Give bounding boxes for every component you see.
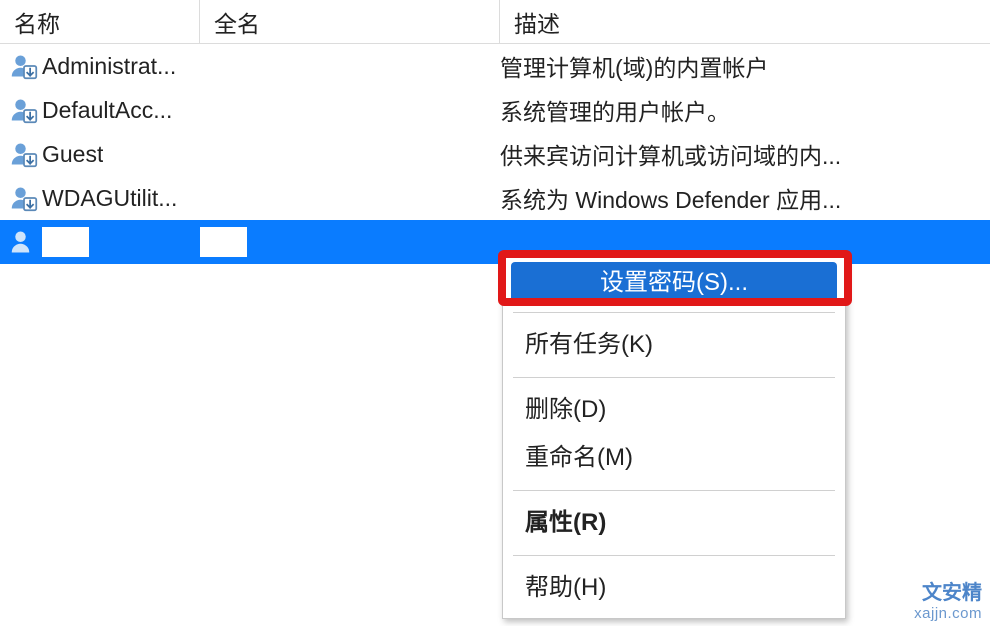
user-description: 系统管理的用户帐户。 xyxy=(500,93,730,127)
column-header-name[interactable]: 名称 xyxy=(0,0,200,43)
user-fullname: *** xyxy=(206,229,233,256)
menu-rename[interactable]: 重命名(M) xyxy=(503,434,845,482)
user-row[interactable]: Guest 供来宾访问计算机或访问域的内... xyxy=(0,132,990,176)
column-header-fullname[interactable]: 全名 xyxy=(200,0,500,43)
user-name: Administrat... xyxy=(42,53,176,80)
user-description: 供来宾访问计算机或访问域的内... xyxy=(500,137,841,171)
menu-separator xyxy=(513,312,835,313)
context-menu: 设置密码(S)... 所有任务(K) 删除(D) 重命名(M) 属性(R) 帮助… xyxy=(502,255,846,619)
menu-delete[interactable]: 删除(D) xyxy=(503,386,845,434)
user-name: DefaultAcc... xyxy=(42,97,172,124)
user-icon xyxy=(10,96,38,124)
user-icon xyxy=(10,52,38,80)
user-description: 管理计算机(域)的内置帐户 xyxy=(500,49,768,83)
user-name: WDAGUtilit... xyxy=(42,185,177,212)
menu-set-password[interactable]: 设置密码(S)... xyxy=(511,262,837,304)
menu-all-tasks[interactable]: 所有任务(K) xyxy=(503,321,845,369)
menu-help[interactable]: 帮助(H) xyxy=(503,564,845,612)
menu-separator xyxy=(513,490,835,491)
menu-properties[interactable]: 属性(R) xyxy=(503,499,845,547)
menu-separator xyxy=(513,377,835,378)
user-icon xyxy=(10,184,38,212)
user-description: 系统为 Windows Defender 应用... xyxy=(500,181,841,215)
user-row[interactable]: DefaultAcc... 系统管理的用户帐户。 xyxy=(0,88,990,132)
user-name: *** xyxy=(48,229,75,256)
user-row[interactable]: Administrat... 管理计算机(域)的内置帐户 xyxy=(0,44,990,88)
column-headers: 名称 全名 描述 xyxy=(0,0,990,44)
user-row[interactable]: WDAGUtilit... 系统为 Windows Defender 应用... xyxy=(0,176,990,220)
user-icon xyxy=(10,140,38,168)
column-header-description[interactable]: 描述 xyxy=(500,0,990,43)
user-icon xyxy=(10,228,38,256)
menu-separator xyxy=(513,555,835,556)
user-name: Guest xyxy=(42,141,103,168)
